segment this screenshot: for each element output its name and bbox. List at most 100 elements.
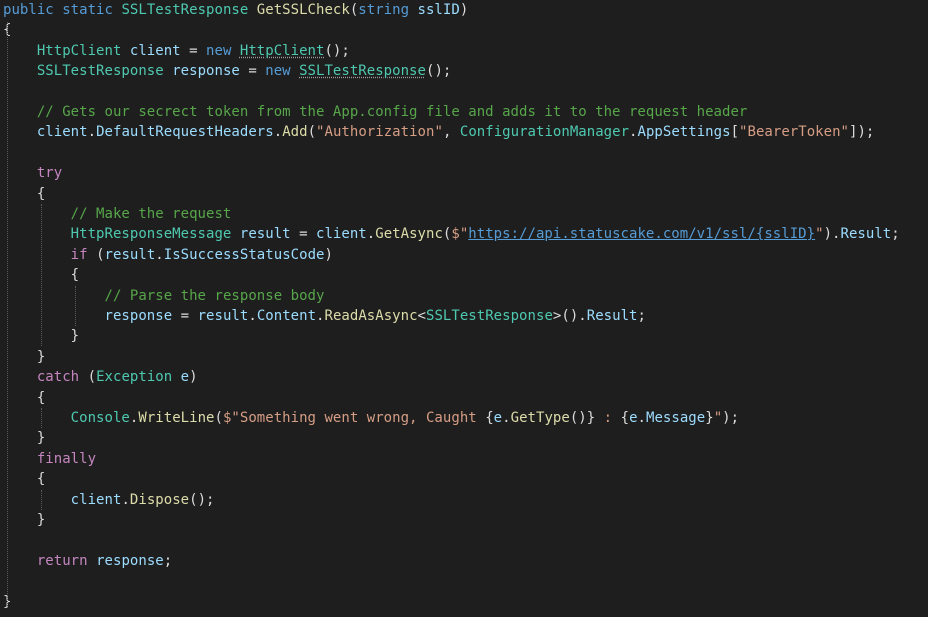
code-token: ;: [637, 308, 646, 324]
code-token: .: [248, 308, 257, 324]
code-token: {: [3, 389, 46, 406]
code-token: // Gets our secrect token from the App.c…: [36, 104, 748, 120]
code-line[interactable]: catch (Exception e): [3, 367, 198, 387]
code-token: Message: [646, 410, 706, 426]
code-token: ": [815, 226, 824, 243]
code-line[interactable]: {: [3, 388, 45, 408]
code-token: (: [214, 410, 223, 426]
code-token: SSLTestResponse: [426, 308, 553, 324]
code-token: sslID: [417, 2, 460, 18]
code-token: .: [87, 124, 97, 141]
code-token: =: [189, 42, 207, 59]
code-token: response: [96, 552, 164, 569]
code-token: client: [129, 42, 190, 59]
code-line[interactable]: }: [3, 510, 45, 530]
code-line[interactable]: HttpClient client = new HttpClient();: [3, 41, 350, 61]
code-token: .: [637, 410, 647, 426]
code-token: "BearerToken": [739, 124, 849, 141]
code-line[interactable]: client.DefaultRequestHeaders.Add("Author…: [3, 122, 875, 142]
code-token: .: [502, 410, 511, 426]
code-token: HttpClient: [239, 42, 325, 59]
code-line[interactable]: {: [3, 469, 45, 489]
code-line[interactable]: {: [3, 184, 45, 204]
code-token: result: [239, 226, 300, 243]
code-line[interactable]: response = result.Content.ReadAsAsync<SS…: [3, 306, 646, 326]
code-token: ();: [425, 63, 452, 80]
code-token: HttpClient: [36, 42, 130, 59]
url-link[interactable]: https://api.statuscake.com/v1/ssl/{sslID…: [468, 226, 815, 242]
code-token: .: [629, 124, 638, 141]
code-token: "Authorization": [316, 124, 443, 141]
code-token: .: [155, 246, 164, 263]
code-token: Dispose: [129, 491, 190, 508]
code-editor[interactable]: public static SSLTestResponse GetSSLChec…: [0, 0, 928, 617]
code-token: finally: [36, 450, 97, 467]
code-token: GetAsync: [375, 226, 443, 243]
indent-guide: [7, 22, 8, 608]
code-token: SSLTestResponse: [299, 63, 426, 80]
code-line[interactable]: }: [3, 428, 45, 448]
code-token: .: [366, 226, 376, 243]
code-token: result: [197, 308, 249, 324]
code-line[interactable]: client.Dispose();: [3, 490, 215, 510]
code-token: =: [248, 63, 266, 80]
code-token: (: [96, 246, 105, 263]
code-token: response: [172, 63, 249, 80]
code-token: Result: [586, 308, 638, 324]
code-token: ()}: [569, 410, 596, 426]
code-token: Console: [70, 410, 130, 426]
code-token: }: [3, 348, 46, 365]
code-token: ): [189, 369, 198, 386]
code-token: SSLTestResponse: [121, 2, 257, 18]
code-token: }: [3, 430, 46, 447]
code-token: Add: [282, 124, 308, 141]
code-line[interactable]: SSLTestResponse response = new SSLTestRe…: [3, 61, 452, 81]
code-token: Result: [840, 226, 892, 243]
code-token: Content: [256, 308, 317, 324]
code-token: SSLTestResponse: [36, 63, 173, 80]
code-token: .: [273, 124, 283, 141]
code-token: }: [705, 410, 714, 426]
code-line[interactable]: }: [3, 347, 45, 367]
code-line[interactable]: return response;: [3, 551, 172, 571]
code-line[interactable]: Console. WriteLine($"Something went wrong…: [3, 408, 739, 428]
code-token: client: [316, 226, 367, 243]
code-line[interactable]: // Make the request: [3, 204, 232, 224]
code-token: result: [104, 246, 156, 263]
code-token: e: [493, 410, 503, 426]
indent-guide: [41, 204, 42, 346]
code-token: {: [485, 410, 494, 426]
code-token: }: [3, 512, 46, 528]
code-line[interactable]: try: [3, 163, 62, 183]
code-token: ]);: [849, 124, 875, 141]
code-token: ,: [442, 124, 460, 141]
code-line[interactable]: // Parse the response body: [3, 286, 325, 306]
code-line[interactable]: HttpResponseMessage result = client.GetA…: [3, 224, 900, 244]
code-token: IsSuccessStatusCode: [163, 246, 325, 263]
code-token: WriteLine: [138, 410, 215, 426]
code-token: catch: [36, 369, 88, 386]
code-token: ConfigurationManager: [459, 124, 630, 141]
code-token: .: [316, 308, 325, 324]
code-token: // Parse the response body: [104, 287, 325, 304]
code-token: ;: [163, 552, 173, 569]
code-token: >().: [552, 308, 587, 324]
code-line[interactable]: finally: [3, 449, 96, 469]
code-token: e: [629, 410, 638, 426]
code-token: client: [70, 491, 122, 508]
code-line[interactable]: if (result.IsSuccessStatusCode): [3, 245, 333, 265]
code-line[interactable]: public static SSLTestResponse GetSSLChec…: [3, 0, 468, 20]
code-token: AppSettings: [637, 124, 731, 141]
indent-guide: [75, 286, 76, 326]
code-line[interactable]: // Gets our secrect token from the App.c…: [3, 102, 748, 122]
